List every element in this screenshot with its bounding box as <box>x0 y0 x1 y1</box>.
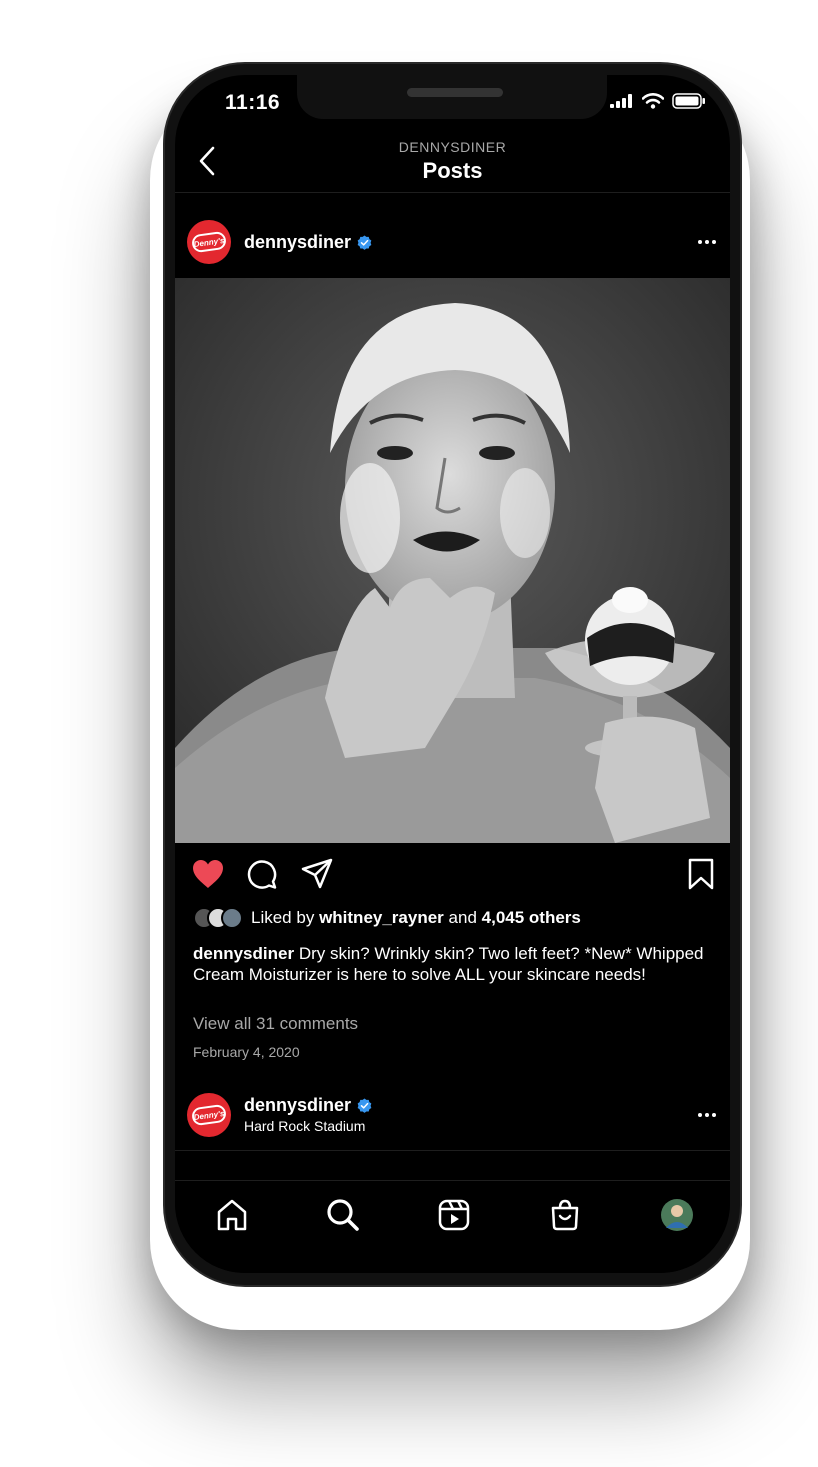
account-name: DENNYSDINER <box>398 139 507 155</box>
wifi-icon <box>642 93 664 109</box>
liked-by-prefix: Liked by <box>251 908 315 927</box>
caption-username[interactable]: dennysdiner <box>193 944 294 963</box>
app-screen: 11:16 DENNYSDINER Posts Denny's dennysdi… <box>175 75 730 1273</box>
likes-summary[interactable]: Liked by whitney_rayner and 4,045 others <box>193 907 581 929</box>
bookmark-icon[interactable] <box>688 858 714 890</box>
liked-by-user[interactable]: whitney_rayner <box>319 908 444 928</box>
tab-reels[interactable] <box>434 1195 474 1235</box>
liked-by-and: and <box>448 908 477 927</box>
comment-icon[interactable] <box>246 858 278 890</box>
shop-icon <box>551 1199 579 1231</box>
status-icons <box>610 93 706 109</box>
post-location[interactable]: Hard Rock Stadium <box>244 1118 365 1134</box>
more-options-button[interactable] <box>698 1113 716 1117</box>
post-date: February 4, 2020 <box>193 1044 300 1060</box>
dennys-logo: Denny's <box>190 230 228 254</box>
next-post-avatar[interactable]: Denny's <box>187 1093 231 1137</box>
heart-icon[interactable] <box>191 858 225 890</box>
search-icon <box>327 1199 359 1231</box>
speaker <box>407 88 503 97</box>
reels-icon <box>438 1199 470 1231</box>
username-text: dennysdiner <box>244 232 352 252</box>
notch <box>297 75 607 119</box>
post-header: Denny's dennysdiner <box>175 205 730 279</box>
verified-badge-icon <box>357 1098 372 1113</box>
status-time: 11:16 <box>225 91 281 114</box>
post-photo[interactable] <box>175 278 730 843</box>
tab-search[interactable] <box>323 1195 363 1235</box>
dennys-logo: Denny's <box>190 1103 228 1127</box>
navigation-header: DENNYSDINER Posts <box>175 133 730 193</box>
post-image <box>175 278 730 843</box>
bottom-tab-bar <box>175 1180 730 1273</box>
post-caption: dennysdiner Dry skin? Wrinkly skin? Two … <box>193 943 713 985</box>
tab-profile[interactable] <box>657 1195 697 1235</box>
more-options-button[interactable] <box>698 240 716 244</box>
post-username[interactable]: dennysdiner <box>244 232 372 253</box>
share-icon[interactable] <box>301 858 333 890</box>
tab-home[interactable] <box>212 1195 252 1235</box>
verified-badge-icon <box>357 235 372 250</box>
liked-by-others[interactable]: 4,045 others <box>482 908 581 928</box>
home-icon <box>217 1199 247 1231</box>
post-avatar[interactable]: Denny's <box>187 220 231 264</box>
next-post-header: Denny's dennysdiner Hard Rock Stadium <box>175 1085 730 1151</box>
battery-icon <box>672 93 705 109</box>
liker-avatars <box>193 907 243 929</box>
next-post-username[interactable]: dennysdiner <box>244 1095 372 1116</box>
view-comments-link[interactable]: View all 31 comments <box>193 1014 358 1034</box>
page-title: Posts <box>422 158 483 183</box>
tab-shop[interactable] <box>545 1195 585 1235</box>
liker-avatar <box>221 907 243 929</box>
signal-icon <box>610 94 632 108</box>
post-actions <box>175 855 730 895</box>
username-text: dennysdiner <box>244 1095 352 1115</box>
profile-avatar <box>661 1199 693 1231</box>
